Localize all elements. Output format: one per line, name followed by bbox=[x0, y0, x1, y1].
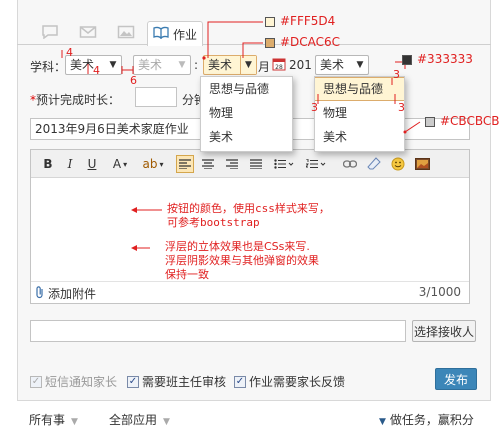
annotation-note-shadow: 浮层的立体效果也是CSs来写. 浮层阴影效果与其他弹窗的效果 保持一致 bbox=[165, 240, 319, 281]
annotation-color-3: #333333 bbox=[417, 52, 473, 66]
annotation-color-2: #DCAC6C bbox=[280, 35, 341, 49]
annotation-color-4: #CBCBCB bbox=[440, 114, 500, 128]
spacing-number: 4 bbox=[66, 46, 73, 59]
spacing-number: 3 bbox=[311, 101, 318, 114]
color-swatch-text bbox=[402, 55, 412, 65]
spacing-number: 4 bbox=[93, 64, 100, 77]
spacing-number: 6 bbox=[130, 74, 137, 87]
spacing-number: 3 bbox=[393, 68, 400, 81]
annotation-note-button-style: 按钮的颜色，使用css样式来写， 可参考bootstrap bbox=[167, 202, 330, 229]
color-swatch-border bbox=[425, 117, 435, 127]
color-swatch-highlight-bg bbox=[265, 17, 275, 27]
spacing-number: 3 bbox=[398, 101, 405, 114]
color-swatch-highlight-border bbox=[265, 38, 275, 48]
annotation-color-1: #FFF5D4 bbox=[280, 14, 336, 28]
